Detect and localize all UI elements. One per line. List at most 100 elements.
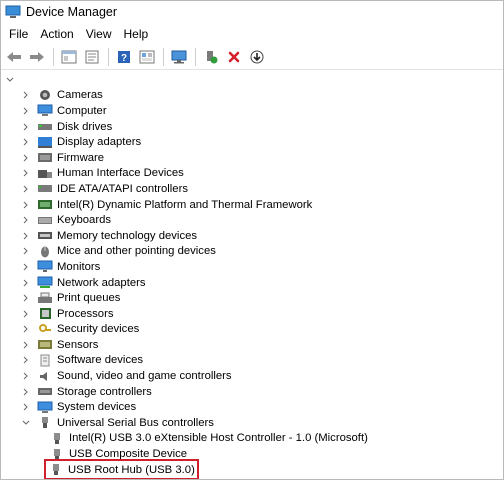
download-driver-button[interactable] <box>246 47 268 67</box>
chevron-right-icon[interactable] <box>21 200 31 210</box>
chevron-right-icon[interactable] <box>21 371 31 381</box>
tree-item-memory-technology-devices[interactable]: Memory technology devices <box>1 228 503 244</box>
tree-item-label: Sensors <box>57 338 99 351</box>
update-driver-button[interactable] <box>136 47 158 67</box>
chevron-right-icon[interactable] <box>21 231 31 241</box>
tree-item-print-queues[interactable]: Print queues <box>1 290 503 306</box>
tree-item-label: Universal Serial Bus controllers <box>57 416 214 429</box>
tree-root[interactable] <box>1 72 503 88</box>
tree-item-label: Intel(R) Dynamic Platform and Thermal Fr… <box>57 198 313 211</box>
menu-view[interactable]: View <box>80 24 118 44</box>
chevron-right-icon[interactable] <box>21 278 31 288</box>
chevron-right-icon[interactable] <box>21 153 31 163</box>
chevron-right-icon[interactable] <box>21 293 31 303</box>
tree-item-monitors[interactable]: Monitors <box>1 259 503 275</box>
tree-item-processors[interactable]: Processors <box>1 306 503 322</box>
tree-item-computer[interactable]: Computer <box>1 103 503 119</box>
tree-item-display-adapters[interactable]: Display adapters <box>1 134 503 150</box>
tree-item-label: Human Interface Devices <box>57 167 184 180</box>
printer-icon <box>37 292 53 305</box>
display-adapter-icon <box>37 136 53 149</box>
tree-item-usb-composite-device[interactable]: USB Composite Device <box>1 446 503 462</box>
properties-icon <box>85 50 99 64</box>
chevron-right-icon[interactable] <box>21 215 31 225</box>
category-list: Cameras Computer Disk drives Display adapte… <box>1 88 503 415</box>
back-button[interactable] <box>3 47 25 67</box>
tree-item-intel-r-dynamic-platform-and-thermal-framework[interactable]: Intel(R) Dynamic Platform and Thermal Fr… <box>1 197 503 213</box>
tree-item-label: Keyboards <box>57 214 112 227</box>
chevron-right-icon[interactable] <box>21 90 31 100</box>
tree-item-software-devices[interactable]: Software devices <box>1 353 503 369</box>
menu-action[interactable]: Action <box>34 24 79 44</box>
enable-device-icon <box>207 51 218 64</box>
tree-item-human-interface-devices[interactable]: Human Interface Devices <box>1 166 503 182</box>
keyboard-icon <box>37 214 53 227</box>
chevron-right-icon[interactable] <box>21 340 31 350</box>
device-manager-icon <box>5 5 21 18</box>
tree-item-disk-drives[interactable]: Disk drives <box>1 119 503 135</box>
tree-item-firmware[interactable]: Firmware <box>1 150 503 166</box>
chevron-down-icon[interactable] <box>5 75 15 85</box>
show-hide-tree-button[interactable] <box>58 47 80 67</box>
tree-item-label: Firmware <box>57 151 105 164</box>
download-driver-icon <box>250 50 264 64</box>
show-hide-tree-icon <box>61 50 77 64</box>
tree-item-keyboards[interactable]: Keyboards <box>1 212 503 228</box>
update-driver-icon <box>139 50 155 64</box>
enable-device-button[interactable] <box>200 47 222 67</box>
menu-bar: File Action View Help <box>1 23 503 45</box>
tree-item-label: Computer <box>57 104 107 117</box>
uninstall-icon <box>228 51 240 63</box>
tree-item-security-devices[interactable]: Security devices <box>1 322 503 338</box>
chevron-right-icon[interactable] <box>21 168 31 178</box>
computer-icon <box>37 104 53 117</box>
tree-item-sensors[interactable]: Sensors <box>1 337 503 353</box>
software-icon <box>37 354 53 367</box>
usb-icon <box>37 416 53 429</box>
menu-file[interactable]: File <box>3 24 34 44</box>
ide-icon <box>37 182 53 195</box>
tree-item-label: System devices <box>57 401 137 414</box>
uninstall-device-button[interactable] <box>223 47 245 67</box>
security-icon <box>37 323 53 336</box>
tree-item-system-devices[interactable]: System devices <box>1 399 503 415</box>
tree-item-label: Memory technology devices <box>57 229 198 242</box>
tree-item-network-adapters[interactable]: Network adapters <box>1 275 503 291</box>
tree-item-usb-controllers[interactable]: Universal Serial Bus controllers <box>1 415 503 431</box>
chevron-right-icon[interactable] <box>21 184 31 194</box>
memory-icon <box>37 229 53 242</box>
properties-button[interactable] <box>81 47 103 67</box>
chevron-right-icon[interactable] <box>21 309 31 319</box>
chevron-right-icon[interactable] <box>21 387 31 397</box>
tree-item-ide-ata-atapi-controllers[interactable]: IDE ATA/ATAPI controllers <box>1 181 503 197</box>
toolbar-separator <box>108 48 109 66</box>
chevron-down-icon[interactable] <box>21 418 31 428</box>
tree-item-usb-root-hub[interactable]: USB Root Hub (USB 3.0) <box>1 459 503 479</box>
monitor-icon <box>37 260 53 273</box>
tree-item-label: Security devices <box>57 323 140 336</box>
chevron-right-icon[interactable] <box>21 246 31 256</box>
menu-help[interactable]: Help <box>118 24 155 44</box>
tree-item-storage-controllers[interactable]: Storage controllers <box>1 384 503 400</box>
tree-item-sound-video-and-game-controllers[interactable]: Sound, video and game controllers <box>1 368 503 384</box>
chevron-right-icon[interactable] <box>21 262 31 272</box>
tree-item-cameras[interactable]: Cameras <box>1 88 503 104</box>
scan-hardware-button[interactable] <box>168 47 190 67</box>
tree-item-usb-host-controller[interactable]: Intel(R) USB 3.0 eXtensible Host Control… <box>1 431 503 447</box>
chevron-right-icon[interactable] <box>21 106 31 116</box>
help-button[interactable]: ? <box>113 47 135 67</box>
chevron-right-icon[interactable] <box>21 122 31 132</box>
usb-device-icon <box>49 432 65 445</box>
forward-button[interactable] <box>26 47 48 67</box>
chevron-right-icon[interactable] <box>21 137 31 147</box>
sensor-icon <box>37 338 53 351</box>
tree-item-mice-and-other-pointing-devices[interactable]: Mice and other pointing devices <box>1 244 503 260</box>
tree-item-label: Network adapters <box>57 276 146 289</box>
chevron-right-icon[interactable] <box>21 402 31 412</box>
chevron-right-icon[interactable] <box>21 324 31 334</box>
network-icon <box>37 276 53 289</box>
tree-item-label: Processors <box>57 307 114 320</box>
disk-drive-icon <box>37 120 53 133</box>
chevron-right-icon[interactable] <box>21 355 31 365</box>
device-manager-window: Device Manager File Action View Help ? C… <box>0 0 504 480</box>
